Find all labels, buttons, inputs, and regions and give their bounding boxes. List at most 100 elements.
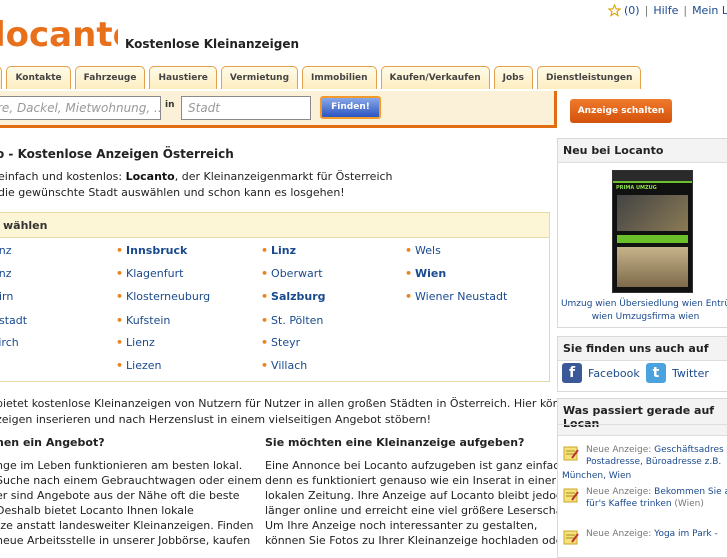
city-link[interactable]: • Linz [261,244,296,257]
city-name: St. Pölten [271,314,324,327]
tab-vermietung[interactable]: Vermietung [220,66,299,89]
activity-line[interactable]: für's Kaffee trinken [586,499,672,509]
bullet-icon: • [116,290,124,303]
activity-line[interactable]: Postadresse, Büroadresse z.B. [586,456,724,468]
post-ad-button[interactable]: Anzeige schalten [570,99,672,123]
city-link[interactable]: • Innsbruck [116,244,187,257]
bullet-icon: • [116,359,124,372]
tab-kaufen-verkaufen[interactable]: Kaufen/Verkaufen [380,66,490,89]
facebook-icon: f [562,363,582,383]
bullet-icon: • [261,314,269,327]
tab-jobs[interactable]: Jobs [493,66,533,89]
search-input[interactable]: re, Dackel, Mietwohnung, ... [0,96,161,120]
left-col-line: neue Arbeitsstelle in unserer Jobbörse, … [0,534,251,547]
about-line: zeigen inserieren und nach Herzenslust i… [0,413,432,426]
caption-line[interactable]: wien Umzugsfirma wien [559,311,727,324]
city-name: Wien [415,267,447,280]
tab-dienstleistungen[interactable]: Dienstleistungen [536,66,642,89]
city-link[interactable]: • Lienz [116,336,155,349]
right-col-text: Eine Annonce bei Locanto aufzugeben ist … [265,458,574,548]
tab-fahrzeuge[interactable]: Fahrzeuge [74,66,146,89]
bullet-icon: • [405,290,413,303]
top-links: (0) | Hilfe | Mein Lo [608,4,727,17]
city-name: Liezen [126,359,162,372]
activity-location: (Wien) [671,499,704,509]
bullet-icon: • [261,336,269,349]
logo-text: locanto [0,15,118,55]
notepad-icon [563,446,579,461]
city-link[interactable]: nstadt [0,314,27,327]
intro-text-c: die gewünschte Stadt auswählen und schon… [0,186,345,199]
separator: | [644,4,649,17]
city-name: Innsbruck [126,244,188,257]
city-name: Kufstein [126,314,171,327]
left-col-text: nge im Leben funktionieren am besten lok… [0,458,262,548]
city-link[interactable]: • Steyr [261,336,300,349]
city-input[interactable]: Stadt [181,96,311,120]
activity-prefix: Neue Anzeige: [586,529,655,539]
tab-immobilien[interactable]: Immobilien [302,66,377,89]
bullet-icon: • [261,244,269,257]
intro-brand: Locanto [125,170,175,183]
city-link[interactable]: • St. Pölten [261,314,323,327]
right-col-line: Um Ihre Anzeige noch interessanter zu ge… [265,519,538,532]
city-link[interactable]: • Klagenfurt [116,267,183,280]
city-name: Salzburg [271,290,326,303]
tab-partial[interactable]: r [0,66,3,89]
city-link[interactable]: birn [0,290,13,303]
city-link[interactable]: • Salzburg [261,290,326,303]
facebook-link[interactable]: f Facebook [562,363,640,383]
city-name: birn [0,290,14,303]
thumbnail-label: PRIMA UMZUG [616,185,657,191]
right-col-line: lokalen Zeitung. Ihre Anzeige auf Locant… [265,489,569,502]
city-link[interactable]: • Liezen [116,359,162,372]
city-link[interactable]: • Wels [405,244,441,257]
notepad-icon [563,530,579,545]
intro-text-b: , der Kleinanzeigenmarkt für Österreich [174,170,393,183]
city-name: Wiener Neustadt [415,290,508,303]
tab-haustiere[interactable]: Haustiere [149,66,217,89]
right-col-line: denn es funktioniert genauso wie ein Ins… [265,474,556,487]
city-name: Linz [271,244,297,257]
city-name: enz [0,267,12,280]
activity-link[interactable]: Geschäftsadres [654,445,724,455]
city-name: Klosterneuburg [126,290,211,303]
left-col-line: tze anstatt landesweiter Kleinanzeigen. … [0,519,254,532]
locanto-logo[interactable]: locanto [0,2,118,56]
activity-prefix: Neue Anzeige: [586,445,655,455]
twitter-link[interactable]: t Twitter [646,363,709,383]
city-name: Klagenfurt [126,267,184,280]
city-link[interactable]: • Klosterneuburg [116,290,210,303]
new-listing-caption[interactable]: Umzug wien Übersiedlung wien Entrü wien … [559,298,727,324]
city-link[interactable]: enz [0,244,12,257]
city-link[interactable]: enz [0,267,12,280]
my-account-link[interactable]: Mein Lo [692,4,727,17]
page-title: o - Kostenlose Anzeigen Österreich [0,147,234,161]
find-button[interactable]: Finden! [320,96,381,119]
activity-line[interactable]: München, Wien [562,470,631,482]
caption-line[interactable]: Umzug wien Übersiedlung wien Entrü [559,298,727,311]
bullet-icon: • [261,267,269,280]
help-link[interactable]: Hilfe [653,4,678,17]
new-listings-heading: Neu bei Locanto [558,139,727,163]
activity-prefix: Neue Anzeige: [586,487,655,497]
city-link[interactable]: • Villach [261,359,307,372]
city-link[interactable]: kirch [0,336,19,349]
activity-link[interactable]: Bekommen Sie a [654,487,727,497]
left-col-line: Deshalb bietet Locanto Ihnen lokale [0,504,194,517]
city-link[interactable]: • Wiener Neustadt [405,290,507,303]
city-link[interactable]: • Wien [405,267,446,280]
star-icon[interactable] [608,4,621,17]
activity-heading: Was passiert gerade auf Locan [558,399,727,436]
city-link[interactable]: • Kufstein [116,314,170,327]
bullet-icon: • [116,267,124,280]
activity-link[interactable]: Yoga im Park - [654,529,718,539]
bullet-icon: • [116,314,124,327]
intro-text-a: einfach und kostenlos: [0,170,126,183]
right-col-line: Eine Annonce bei Locanto aufzugeben ist … [265,459,570,472]
listing-thumbnail[interactable]: PRIMA UMZUG [612,170,693,293]
bullet-icon: • [405,267,413,280]
city-link[interactable]: • Oberwart [261,267,323,280]
favorites-count-link[interactable]: (0) [624,4,640,17]
tab-kontakte[interactable]: Kontakte [6,66,71,89]
